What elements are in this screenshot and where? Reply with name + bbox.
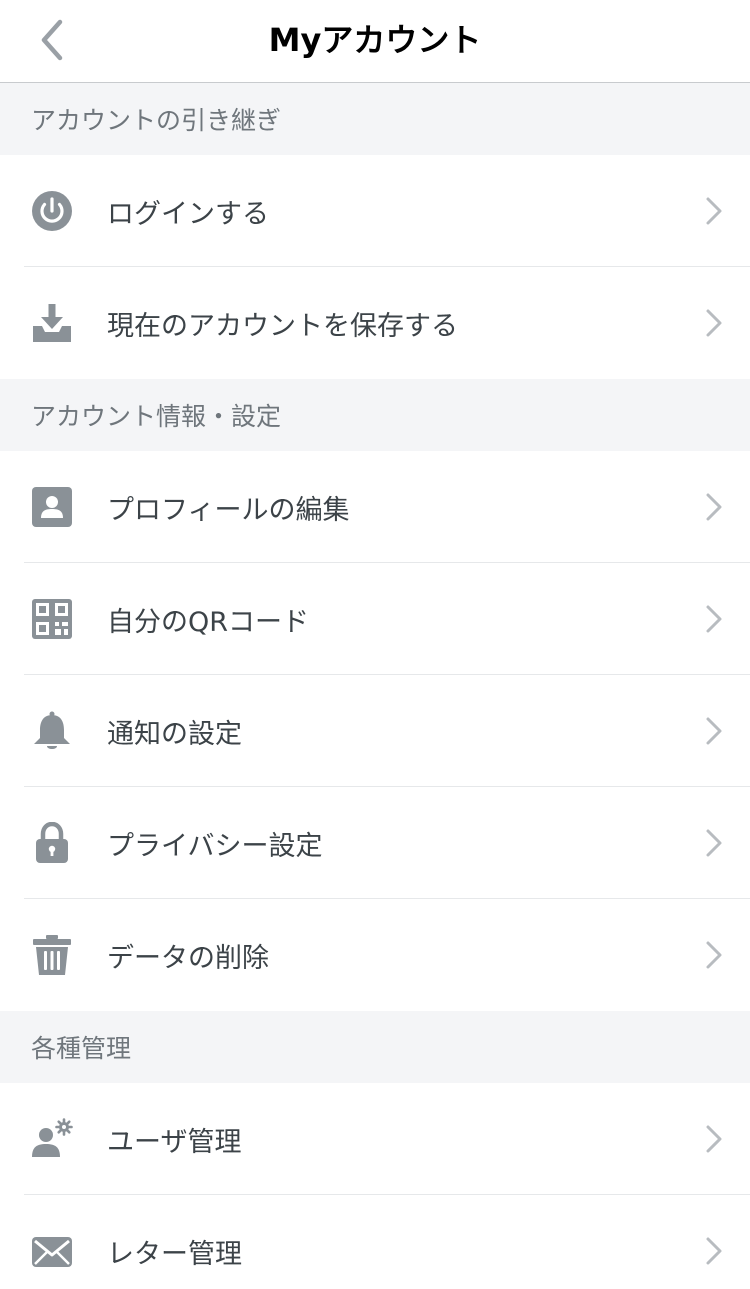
section-header-account-transfer: アカウントの引き継ぎ [0,83,750,155]
my-qr-code-row[interactable]: 自分のQRコード [0,563,750,675]
user-gear-icon [30,1117,74,1161]
power-icon [30,189,74,233]
chevron-right-icon [706,605,722,633]
section-header-account-settings: アカウント情報・設定 [0,379,750,451]
row-label: 通知の設定 [107,718,242,750]
chevron-right-icon [706,1237,722,1265]
delete-data-row[interactable]: データの削除 [0,899,750,1011]
page-title: Myアカウント [268,21,482,59]
download-tray-icon [30,301,74,345]
row-label: ログインする [107,198,269,230]
edit-profile-row[interactable]: プロフィールの編集 [0,451,750,563]
row-label: 自分のQRコード [107,606,310,638]
row-label: レター管理 [107,1238,242,1270]
trash-icon [30,933,74,977]
section-header-management: 各種管理 [0,1011,750,1083]
row-label: 現在のアカウントを保存する [107,310,458,342]
chevron-right-icon [706,829,722,857]
lock-icon [30,821,74,865]
profile-card-icon [30,485,74,529]
chevron-right-icon [706,197,722,225]
qr-code-icon [30,597,74,641]
login-row[interactable]: ログインする [0,155,750,267]
letter-management-row[interactable]: レター管理 [0,1195,750,1289]
user-management-row[interactable]: ユーザ管理 [0,1083,750,1195]
navigation-bar: Myアカウント [0,0,750,83]
privacy-settings-row[interactable]: プライバシー設定 [0,787,750,899]
envelope-icon [30,1229,74,1273]
chevron-right-icon [706,1125,722,1153]
row-label: プロフィールの編集 [107,494,350,526]
chevron-right-icon [706,309,722,337]
notification-settings-row[interactable]: 通知の設定 [0,675,750,787]
bell-icon [30,709,74,753]
row-label: ユーザ管理 [107,1126,242,1158]
chevron-right-icon [706,493,722,521]
row-label: データの削除 [107,942,269,974]
chevron-right-icon [706,941,722,969]
row-label: プライバシー設定 [107,830,323,862]
chevron-right-icon [706,717,722,745]
save-account-row[interactable]: 現在のアカウントを保存する [0,267,750,379]
